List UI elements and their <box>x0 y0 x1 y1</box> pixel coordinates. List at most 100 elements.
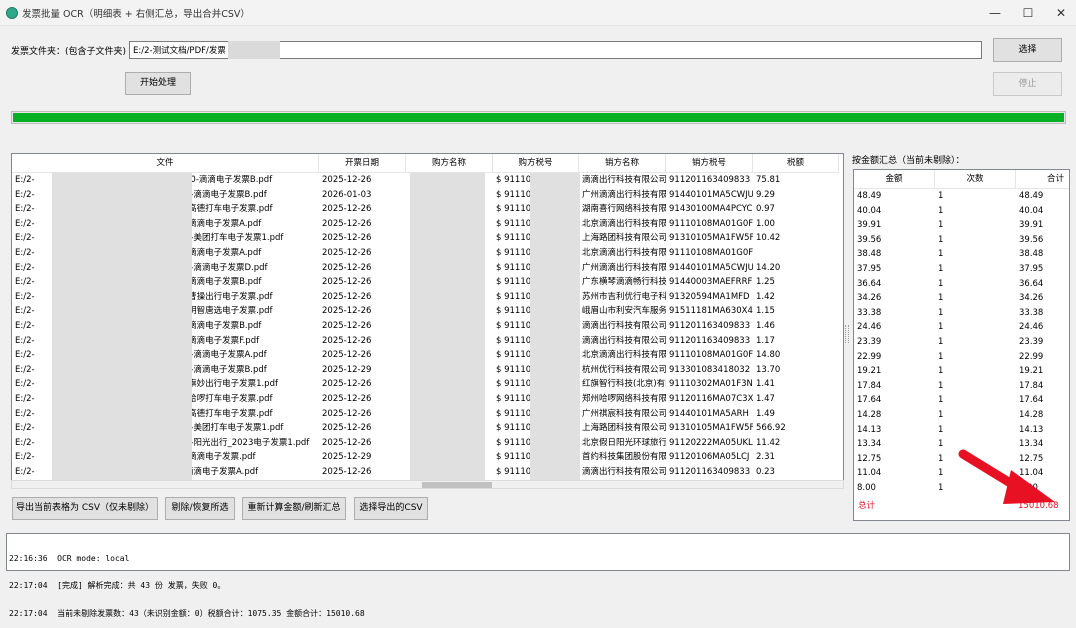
summary-column-header[interactable]: 次数 <box>935 170 1016 189</box>
summary-subtotal: 39.56 <box>1019 234 1044 245</box>
cell-tax: 1.15 <box>756 306 775 317</box>
summary-row[interactable]: 39.91 1 39.91 <box>854 218 1069 233</box>
column-header[interactable]: 销方税号 <box>666 154 753 173</box>
cell-seller-tax: 911201163409833 <box>669 175 751 185</box>
summary-amount: 38.48 <box>857 249 882 260</box>
column-header[interactable]: 文件 <box>12 154 319 173</box>
cell-seller-tax: 91310105MA1FW5F <box>669 233 753 244</box>
pane-splitter[interactable] <box>845 325 849 343</box>
summary-row[interactable]: 37.95 1 37.95 <box>854 262 1069 277</box>
summary-count: 1 <box>938 395 944 406</box>
cell-tax: 1.41 <box>756 379 775 390</box>
summary-row[interactable]: 40.04 1 40.04 <box>854 204 1069 219</box>
close-button[interactable]: ✕ <box>1046 3 1076 23</box>
maximize-button[interactable]: ☐ <box>1013 3 1043 23</box>
summary-subtotal: 37.95 <box>1019 263 1044 274</box>
horizontal-scrollbar[interactable] <box>11 480 844 489</box>
summary-amount: 34.26 <box>857 293 882 304</box>
scrollbar-thumb[interactable] <box>422 482 492 488</box>
file-path-prefix: E:/2- <box>15 233 35 244</box>
minimize-button[interactable]: — <box>980 3 1010 23</box>
summary-row[interactable]: 22.99 1 22.99 <box>854 350 1069 365</box>
start-button[interactable]: 开始处理 <box>125 72 191 95</box>
summary-amount: 33.38 <box>857 307 882 318</box>
cell-seller-name: 杭州优行科技有限公司 <box>582 364 666 375</box>
cell-seller-name: 广州祺宸科技有限公司 <box>582 408 666 419</box>
cell-date: 2025-12-26 <box>322 408 372 419</box>
file-path-prefix: E:/2- <box>15 452 35 463</box>
file-name: -旗妙出行电子发票1.pdf <box>185 379 278 390</box>
toggle-exclude-button[interactable]: 剔除/恢复所选 <box>165 497 235 520</box>
cell-date: 2025-12-26 <box>322 437 372 448</box>
log-panel[interactable]: 22:16:36 OCR mode: local 22:17:04 [完成] 解… <box>6 533 1070 618</box>
cell-seller-tax: 91511181MA630X4 <box>669 306 753 317</box>
summary-row[interactable]: 39.56 1 39.56 <box>854 233 1069 248</box>
export-csv-button[interactable]: 导出当前表格为 CSV（仅未剔除） <box>12 497 158 520</box>
cell-seller-name: 湖南喜行网络科技有限公司 <box>582 204 666 215</box>
summary-row[interactable]: 34.26 1 34.26 <box>854 291 1069 306</box>
cell-seller-name: 广东横琴滴滴畅行科技有限公司 <box>582 277 666 288</box>
cell-seller-name: 北京滴滴出行科技有限公司 <box>582 247 666 258</box>
file-path-prefix: E:/2- <box>15 437 35 448</box>
file-path-prefix: E:/2- <box>15 335 35 346</box>
invoice-table[interactable]: 文件 开票日期 购方名称 购方税号 销方名称 销方税号 税额 E:/2- 30-滴滴电子发票B… <box>11 153 844 489</box>
file-path-prefix: E:/2- <box>15 320 35 331</box>
column-header[interactable]: 税额 <box>753 154 839 173</box>
cell-date: 2025-12-26 <box>322 423 372 434</box>
summary-row[interactable]: 17.84 1 17.84 <box>854 379 1069 394</box>
cell-date: 2025-12-29 <box>322 364 372 375</box>
summary-row[interactable]: 19.21 1 19.21 <box>854 364 1069 379</box>
cell-tax: 2.31 <box>756 452 775 463</box>
column-header[interactable]: 开票日期 <box>319 154 406 173</box>
summary-row[interactable]: 24.46 1 24.46 <box>854 320 1069 335</box>
file-path-prefix: E:/2- <box>15 393 35 404</box>
column-header[interactable]: 购方税号 <box>493 154 579 173</box>
browse-button[interactable]: 选择 <box>993 38 1062 62</box>
summary-column-header[interactable]: 金额 <box>854 170 935 189</box>
choose-export-csv-button[interactable]: 选择导出的CSV <box>354 497 428 520</box>
cell-date: 2025-12-26 <box>322 175 372 185</box>
summary-count: 1 <box>938 424 944 435</box>
cell-seller-tax: 91110108MA01G0F <box>669 350 753 361</box>
cell-seller-name: 上海路团科技有限公司 <box>582 423 666 434</box>
redacted-path <box>228 41 280 59</box>
cell-seller-name: 滴滴出行科技有限公司 <box>582 466 666 477</box>
summary-subtotal: 22.99 <box>1019 351 1044 362</box>
summary-row[interactable]: 17.64 1 17.64 <box>854 393 1069 408</box>
recalculate-button[interactable]: 重新计算金额/刷新汇总 <box>242 497 346 520</box>
file-path-prefix: E:/2- <box>15 277 35 288</box>
cell-seller-name: 首约科技集团股份有限公司 <box>582 452 666 463</box>
file-path-prefix: E:/2- <box>15 262 35 273</box>
cell-seller-name: 郑州哈啰网络科技有限公司 <box>582 393 666 404</box>
summary-row[interactable]: 14.28 1 14.28 <box>854 408 1069 423</box>
cell-seller-tax: 91430100MA4PCYC <box>669 204 753 215</box>
summary-count: 1 <box>938 322 944 333</box>
cell-seller-tax: 911201163409833 <box>669 335 751 346</box>
summary-row[interactable]: 23.39 1 23.39 <box>854 335 1069 350</box>
summary-row[interactable]: 36.64 1 36.64 <box>854 277 1069 292</box>
file-path-prefix: E:/2- <box>15 379 35 390</box>
column-header[interactable]: 购方名称 <box>406 154 493 173</box>
summary-column-header[interactable]: 合计 <box>1016 170 1069 189</box>
file-path-prefix: E:/2- <box>15 408 35 419</box>
summary-amount: 17.64 <box>857 395 882 406</box>
summary-table-header: 金额 次数 合计 <box>854 170 1069 189</box>
cell-tax: 14.20 <box>756 262 781 273</box>
summary-row[interactable]: 33.38 1 33.38 <box>854 306 1069 321</box>
summary-subtotal: 14.13 <box>1019 424 1044 435</box>
summary-subtotal: 24.46 <box>1019 322 1044 333</box>
summary-row[interactable]: 48.49 1 48.49 <box>854 189 1069 204</box>
cell-tax: 9.29 <box>756 189 775 200</box>
summary-row[interactable]: 14.13 1 14.13 <box>854 423 1069 438</box>
cell-seller-tax: 91440101MA5CWJU <box>669 262 753 273</box>
file-name: 4-滴滴电子发票B.pdf <box>185 364 267 375</box>
summary-row[interactable]: 38.48 1 38.48 <box>854 247 1069 262</box>
cell-seller-tax: 91120222MA05UKL <box>669 437 753 448</box>
invoice-table-header: 文件 开票日期 购方名称 购方税号 销方名称 销方税号 税额 <box>12 154 839 173</box>
summary-amount: 19.21 <box>857 366 882 377</box>
summary-subtotal: 48.49 <box>1019 191 1044 201</box>
cell-seller-tax: 911201163409833 <box>669 466 751 477</box>
summary-subtotal: 38.48 <box>1019 249 1044 260</box>
cell-seller-tax: 91120106MA05LCJ <box>669 452 750 463</box>
column-header[interactable]: 销方名称 <box>579 154 666 173</box>
